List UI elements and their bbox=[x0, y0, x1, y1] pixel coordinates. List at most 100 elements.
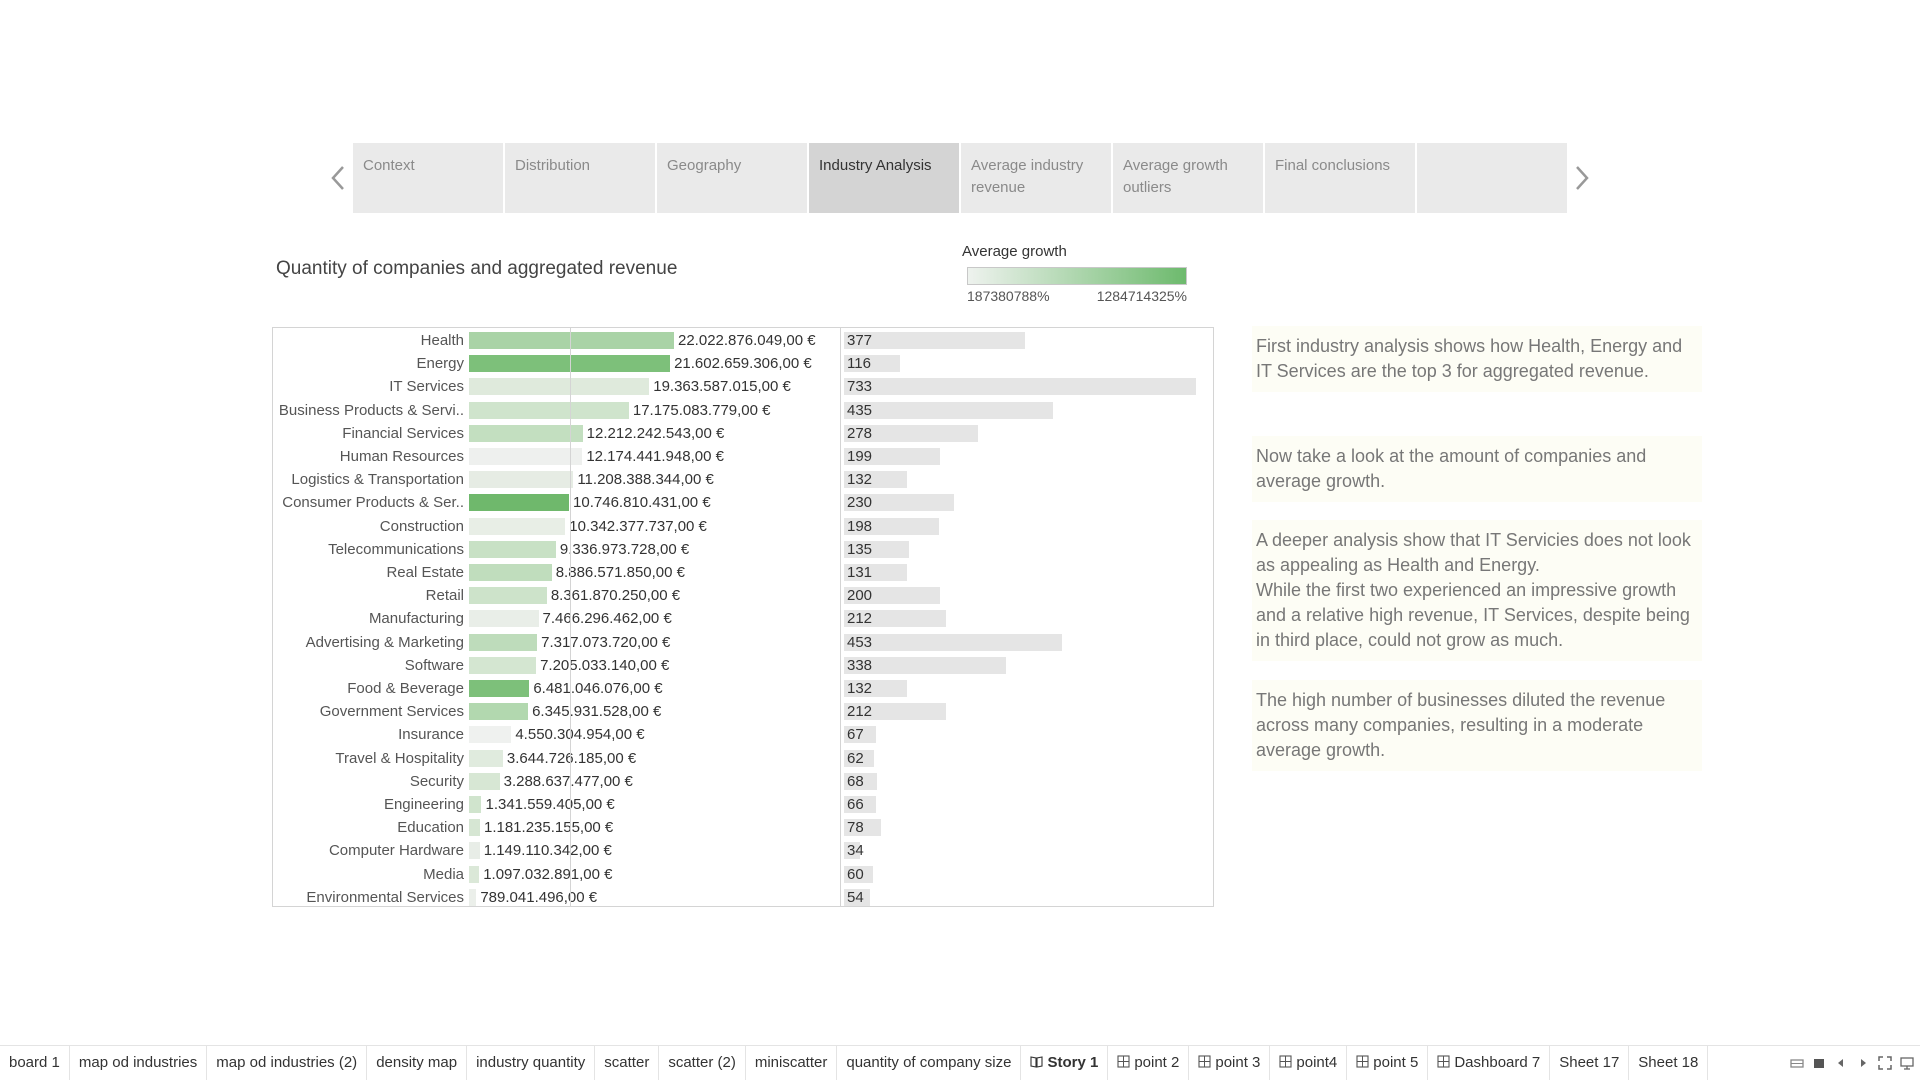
revenue-bar[interactable] bbox=[469, 332, 674, 349]
story-point[interactable]: Context bbox=[353, 143, 503, 213]
sheet-tab-bar: board 1 map od industries map od industrie… bbox=[0, 1045, 1920, 1080]
revenue-bar[interactable] bbox=[469, 378, 650, 396]
revenue-bar[interactable] bbox=[469, 772, 500, 790]
company-count-label: 132 bbox=[847, 471, 873, 489]
present-icon[interactable] bbox=[1900, 1056, 1914, 1070]
revenue-bar[interactable] bbox=[469, 796, 482, 813]
category-label: Engineering bbox=[383, 796, 464, 813]
revenue-bar[interactable] bbox=[469, 703, 529, 721]
company-count-label: 453 bbox=[847, 633, 873, 651]
revenue-bar[interactable] bbox=[469, 726, 512, 744]
tabs-icon[interactable] bbox=[1812, 1056, 1826, 1070]
sheet-tab[interactable]: point4 bbox=[1270, 1046, 1348, 1080]
revenue-bar[interactable] bbox=[469, 564, 552, 581]
story-point[interactable]: Average industry revenue bbox=[961, 143, 1111, 213]
sheet-tab[interactable]: Story 1 bbox=[1021, 1046, 1109, 1080]
chevron-right-icon[interactable] bbox=[1570, 161, 1594, 195]
company-count-bar[interactable] bbox=[844, 378, 1196, 396]
sheet-tab[interactable]: point 5 bbox=[1347, 1046, 1429, 1080]
table-row: Food & Beverage 6.481.046.076,00 € 132 bbox=[273, 677, 1213, 700]
revenue-bar[interactable] bbox=[469, 842, 480, 860]
dashboard-icon bbox=[1437, 1055, 1450, 1068]
revenue-bar[interactable] bbox=[469, 587, 547, 605]
sheet-tab[interactable]: board 1 bbox=[0, 1046, 70, 1080]
company-count-label: 377 bbox=[847, 332, 873, 349]
revenue-bar[interactable] bbox=[469, 610, 539, 628]
company-count-bar[interactable] bbox=[844, 401, 1053, 419]
revenue-bar[interactable] bbox=[469, 448, 583, 465]
revenue-data-label: 12.212.242.543,00 € bbox=[586, 424, 725, 442]
sheet-tab-label: map od industries (2) bbox=[216, 1054, 358, 1071]
sheet-tab[interactable]: point 2 bbox=[1108, 1046, 1190, 1080]
sheet-tab[interactable]: scatter (2) bbox=[659, 1046, 746, 1080]
table-row: Energy 21.602.659.306,00 € 116 bbox=[273, 352, 1213, 375]
revenue-bar[interactable] bbox=[469, 424, 583, 442]
revenue-bar[interactable] bbox=[469, 865, 480, 883]
story-point[interactable]: Geography bbox=[657, 143, 807, 213]
story-icon bbox=[1030, 1055, 1044, 1068]
prev-sheet-icon[interactable] bbox=[1834, 1056, 1848, 1070]
company-count-bar[interactable] bbox=[844, 633, 1062, 651]
fullscreen-icon[interactable] bbox=[1878, 1056, 1892, 1070]
category-label: Telecommunications bbox=[328, 540, 464, 558]
table-row: Human Resources 12.174.441.948,00 € 199 bbox=[273, 445, 1213, 468]
dashboard-icon bbox=[1356, 1055, 1369, 1068]
revenue-bar[interactable] bbox=[469, 749, 503, 767]
story-point[interactable] bbox=[1417, 143, 1567, 213]
sheet-tab[interactable]: map od industries (2) bbox=[207, 1046, 368, 1080]
company-count-label: 116 bbox=[847, 355, 871, 373]
revenue-bar[interactable] bbox=[469, 494, 570, 512]
sheet-tab[interactable]: Sheet 17 bbox=[1550, 1046, 1630, 1080]
revenue-bar[interactable] bbox=[469, 517, 566, 535]
company-count-label: 54 bbox=[847, 888, 864, 906]
sheet-tab[interactable]: density map bbox=[367, 1046, 468, 1080]
sheet-tab-label: industry quantity bbox=[476, 1054, 586, 1071]
industry-bar-chart: Health 22.022.876.049,00 € 377 Energy 21.602… bbox=[272, 327, 1214, 907]
company-count-label: 199 bbox=[847, 448, 873, 465]
sheet-tab[interactable]: industry quantity bbox=[467, 1046, 596, 1080]
revenue-bar[interactable] bbox=[469, 656, 537, 674]
sheet-tab[interactable]: scatter bbox=[595, 1046, 660, 1080]
story-point[interactable]: Final conclusions bbox=[1265, 143, 1415, 213]
sheet-tab[interactable]: Sheet 18 bbox=[1629, 1046, 1709, 1080]
revenue-data-label: 19.363.587.015,00 € bbox=[653, 378, 791, 396]
revenue-bar[interactable] bbox=[469, 401, 629, 419]
sheet-tab[interactable]: point 3 bbox=[1189, 1046, 1271, 1080]
revenue-data-label: 1.149.110.342,00 € bbox=[483, 842, 612, 860]
caption-1: First industry analysis shows how Health… bbox=[1252, 326, 1702, 392]
revenue-bar[interactable] bbox=[469, 888, 477, 906]
revenue-data-label: 7.317.073.720,00 € bbox=[541, 633, 671, 651]
category-label: Security bbox=[409, 772, 464, 790]
dashboard-icon bbox=[1279, 1055, 1292, 1068]
company-count-label: 34 bbox=[847, 842, 864, 860]
next-sheet-icon[interactable] bbox=[1856, 1056, 1870, 1070]
sheet-tab-label: density map bbox=[376, 1054, 458, 1071]
sheet-tab[interactable]: miniscatter bbox=[746, 1046, 838, 1080]
revenue-data-label: 21.602.659.306,00 € bbox=[674, 355, 812, 373]
story-point[interactable]: Industry Analysis bbox=[809, 143, 959, 213]
revenue-bar[interactable] bbox=[469, 680, 530, 697]
filmstrip-icon[interactable] bbox=[1790, 1056, 1804, 1070]
sheet-tab[interactable]: map od industries bbox=[70, 1046, 208, 1080]
sheet-tab[interactable]: Dashboard 7 bbox=[1428, 1046, 1551, 1080]
sheet-tab-label: scatter (2) bbox=[668, 1054, 736, 1071]
revenue-data-label: 4.550.304.954,00 € bbox=[515, 726, 645, 744]
category-label: IT Services bbox=[389, 378, 464, 396]
company-count-label: 733 bbox=[847, 378, 873, 396]
table-row: Engineering 1.341.559.405,00 € 66 bbox=[273, 793, 1213, 816]
revenue-bar[interactable] bbox=[469, 471, 574, 489]
table-row: IT Services 19.363.587.015,00 € 733 bbox=[273, 375, 1213, 398]
sheet-tab-label: board 1 bbox=[9, 1054, 60, 1071]
story-point[interactable]: Average growth outliers bbox=[1113, 143, 1263, 213]
revenue-bar[interactable] bbox=[469, 819, 480, 837]
revenue-bar[interactable] bbox=[469, 633, 538, 651]
revenue-data-label: 3.644.726.185,00 € bbox=[506, 749, 637, 767]
story-point[interactable]: Distribution bbox=[505, 143, 655, 213]
sheet-tab-label: Sheet 18 bbox=[1638, 1054, 1699, 1071]
legend-max-label: 1284714325% bbox=[1096, 288, 1187, 304]
chevron-left-icon[interactable] bbox=[326, 161, 350, 195]
table-row: Health 22.022.876.049,00 € 377 bbox=[273, 329, 1213, 352]
revenue-bar[interactable] bbox=[469, 540, 556, 558]
company-count-label: 278 bbox=[847, 424, 873, 442]
sheet-tab[interactable]: quantity of company size bbox=[837, 1046, 1022, 1080]
